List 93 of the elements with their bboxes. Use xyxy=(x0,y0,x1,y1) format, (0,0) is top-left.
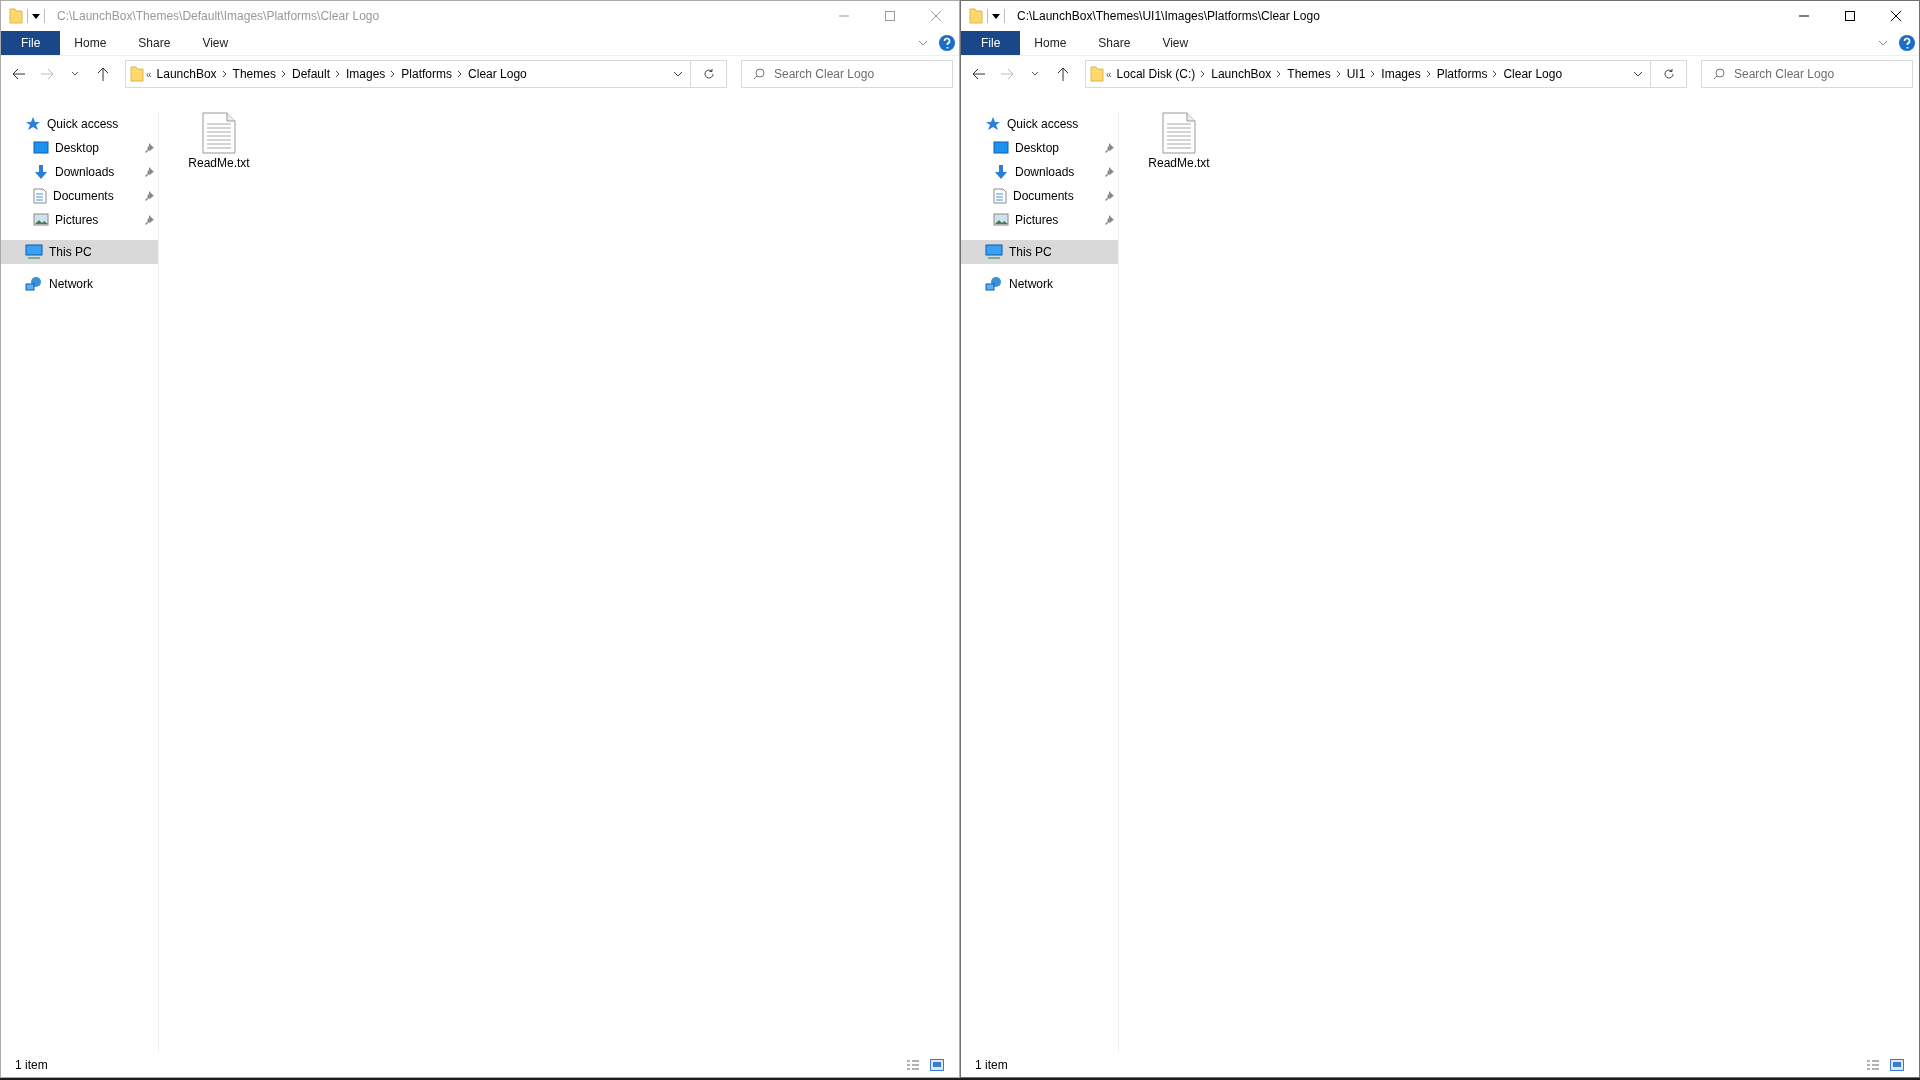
overflow-chevron: « xyxy=(1105,68,1113,80)
network-icon xyxy=(985,276,1003,292)
breadcrumb[interactable]: LaunchBox xyxy=(153,67,220,81)
desktop-icon xyxy=(33,141,49,155)
picture-icon xyxy=(993,213,1009,227)
nav-item[interactable]: Downloads xyxy=(961,160,1118,184)
ribbon-tab[interactable]: Share xyxy=(1084,31,1145,55)
breadcrumb[interactable]: Clear Logo xyxy=(465,67,530,81)
dropdown-icon[interactable] xyxy=(992,12,1000,20)
nav-item[interactable]: Documents xyxy=(1,184,158,208)
chevron-down-icon[interactable] xyxy=(1878,38,1888,48)
file-item[interactable]: ReadMe.txt xyxy=(181,112,257,170)
breadcrumb[interactable]: Themes xyxy=(229,67,279,81)
nav-item[interactable]: Pictures xyxy=(961,208,1118,232)
file-item[interactable]: ReadMe.txt xyxy=(1141,112,1217,170)
nav-item[interactable]: Downloads xyxy=(1,160,158,184)
large-icons-view-icon[interactable] xyxy=(1890,1059,1904,1071)
file-tab[interactable]: File xyxy=(961,31,1021,55)
ribbon-tab[interactable]: View xyxy=(188,31,243,55)
search-field[interactable]: Search Clear Logo xyxy=(1701,60,1913,88)
network-icon xyxy=(25,276,43,292)
breadcrumb[interactable]: LaunchBox xyxy=(1208,67,1275,81)
nav-item[interactable]: Quick access xyxy=(1,112,158,136)
star-icon xyxy=(25,116,41,132)
pin-icon xyxy=(1104,143,1114,153)
overflow-chevron: « xyxy=(145,68,153,80)
search-field[interactable]: Search Clear Logo xyxy=(741,60,953,88)
breadcrumb[interactable]: Platforms xyxy=(1433,67,1491,81)
desktop-icon xyxy=(993,141,1009,155)
pin-icon xyxy=(144,143,154,153)
breadcrumb[interactable]: Default xyxy=(288,67,333,81)
nav-item[interactable]: This PC xyxy=(961,240,1118,264)
back-arrow-icon[interactable] xyxy=(12,68,26,80)
folder-icon xyxy=(1090,66,1104,82)
breadcrumb[interactable]: Themes xyxy=(1284,67,1334,81)
computer-icon xyxy=(25,244,43,260)
breadcrumb[interactable]: UI1 xyxy=(1343,67,1369,81)
ribbon-tab[interactable]: Share xyxy=(124,31,185,55)
address-bar[interactable]: « LaunchBox Themes Default Images Platforms Clear Logo xyxy=(125,60,691,88)
help-icon[interactable] xyxy=(1899,35,1915,51)
ribbon-tab[interactable]: Home xyxy=(1020,31,1081,55)
breadcrumb[interactable]: Local Disk (C:) xyxy=(1113,67,1199,81)
chevron-down-icon[interactable] xyxy=(918,38,928,48)
back-arrow-icon[interactable] xyxy=(972,68,986,80)
folder-icon xyxy=(969,8,983,24)
chevron-down-icon[interactable] xyxy=(1031,71,1039,77)
ribbon-tab[interactable]: View xyxy=(1148,31,1203,55)
pin-icon xyxy=(1104,167,1114,177)
large-icons-view-icon[interactable] xyxy=(930,1059,944,1071)
breadcrumb[interactable]: Images xyxy=(343,67,389,81)
nav-item[interactable]: Desktop xyxy=(961,136,1118,160)
folder-icon xyxy=(130,66,144,82)
down-arrow-icon xyxy=(993,164,1009,180)
ribbon-tab[interactable]: Home xyxy=(60,31,121,55)
star-icon xyxy=(985,116,1001,132)
down-arrow-icon xyxy=(33,164,49,180)
nav-item[interactable]: Documents xyxy=(961,184,1118,208)
nav-item[interactable]: Pictures xyxy=(1,208,158,232)
document-icon xyxy=(33,188,47,204)
folder-icon xyxy=(9,8,23,24)
picture-icon xyxy=(33,213,49,227)
maximize-icon[interactable] xyxy=(1845,11,1855,21)
status-text: 1 item xyxy=(975,1058,1009,1072)
file-tab[interactable]: File xyxy=(1,31,61,55)
refresh-icon[interactable] xyxy=(1662,68,1675,80)
pin-icon xyxy=(1104,215,1114,225)
pin-icon xyxy=(144,167,154,177)
chevron-down-icon[interactable] xyxy=(71,71,79,77)
nav-item[interactable]: This PC xyxy=(1,240,158,264)
text-file-icon xyxy=(1162,112,1196,154)
window-title: C:\LaunchBox\Themes\Default\Images\Platforms\Clear Logo xyxy=(57,9,381,23)
window-title: C:\LaunchBox\Themes\UI1\Images\Platforms\Clear Logo xyxy=(1017,9,1321,23)
breadcrumb[interactable]: Images xyxy=(1378,67,1424,81)
help-icon[interactable] xyxy=(939,35,955,51)
nav-item[interactable]: Quick access xyxy=(961,112,1118,136)
up-arrow-icon[interactable] xyxy=(97,67,109,81)
text-file-icon xyxy=(202,112,236,154)
breadcrumb[interactable]: Clear Logo xyxy=(1500,67,1566,81)
pin-icon xyxy=(144,215,154,225)
close-icon[interactable] xyxy=(1891,11,1901,21)
nav-item[interactable]: Network xyxy=(961,272,1118,296)
document-icon xyxy=(993,188,1007,204)
pin-icon xyxy=(144,191,154,201)
address-bar[interactable]: « Local Disk (C:) LaunchBox Themes UI1 Images Platforms Clear Logo xyxy=(1085,60,1651,88)
computer-icon xyxy=(985,244,1003,260)
breadcrumb[interactable]: Platforms xyxy=(398,67,456,81)
dropdown-icon[interactable] xyxy=(32,12,40,20)
refresh-icon[interactable] xyxy=(702,68,715,80)
nav-item[interactable]: Network xyxy=(1,272,158,296)
pin-icon xyxy=(1104,191,1114,201)
status-text: 1 item xyxy=(15,1058,49,1072)
nav-item[interactable]: Desktop xyxy=(1,136,158,160)
up-arrow-icon[interactable] xyxy=(1057,67,1069,81)
